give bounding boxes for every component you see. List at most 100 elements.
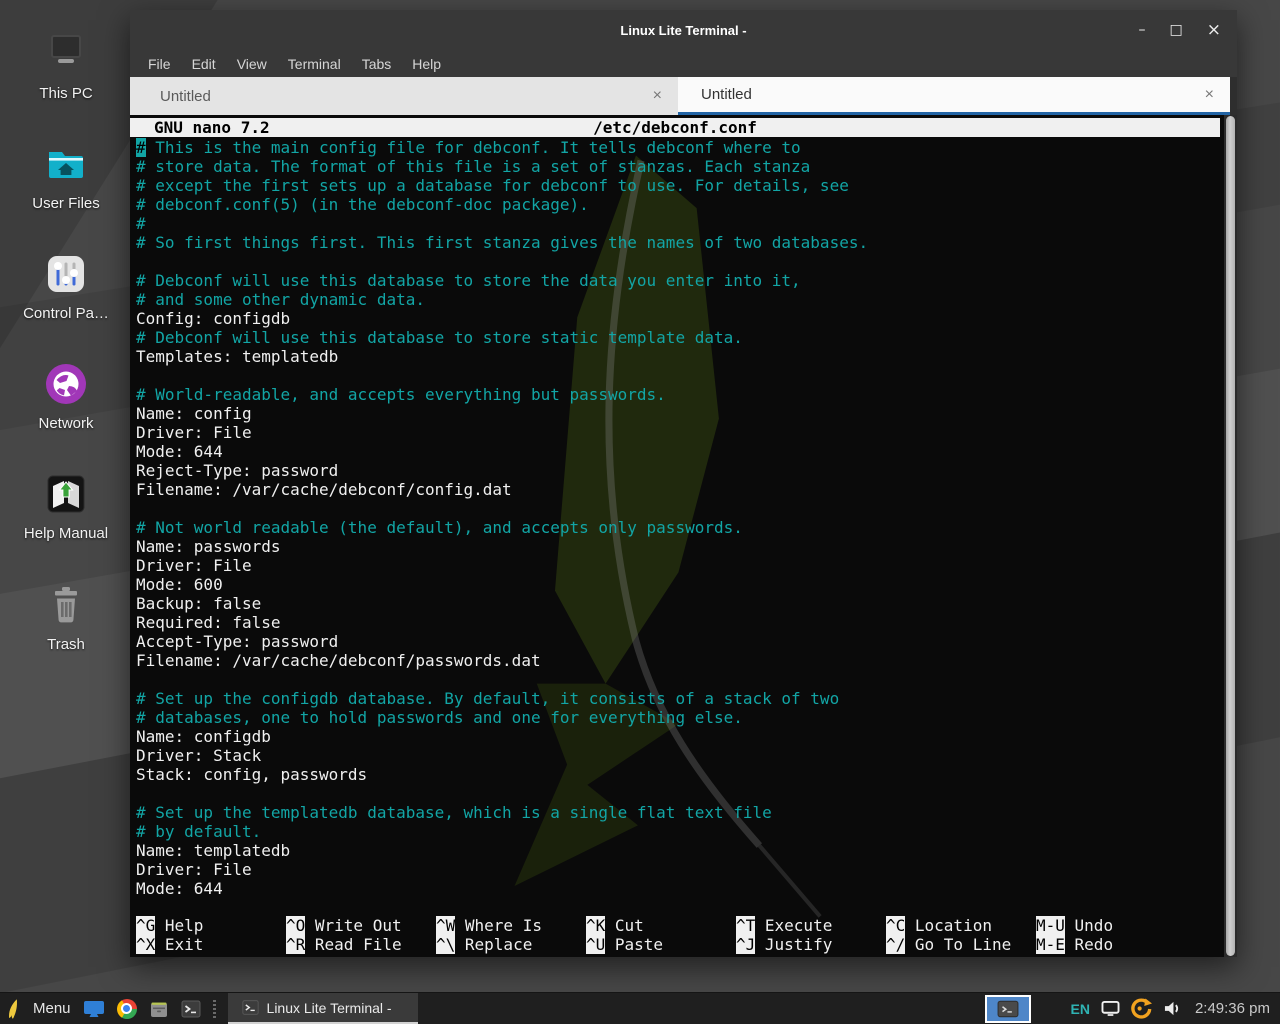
editor-line: Mode: 644: [136, 442, 1224, 461]
desktop-icon-label: Network: [38, 415, 93, 432]
shortcut-key: ^K: [586, 916, 605, 935]
shortcut-replace: ^\ Replace: [436, 935, 586, 954]
update-icon[interactable]: [1131, 998, 1152, 1019]
clock[interactable]: 2:49:36 pm: [1195, 1000, 1270, 1017]
terminal-screen[interactable]: GNU nano 7.2 /etc/debconf.conf # This is…: [130, 115, 1237, 957]
this-pc-icon: [42, 30, 90, 78]
desktop-icon-label: Help Manual: [24, 525, 108, 542]
editor-content: # This is the main config file for debco…: [136, 138, 1224, 898]
editor-line: [136, 784, 1224, 803]
editor-line: Driver: File: [136, 860, 1224, 879]
desktop-icon-trash[interactable]: Trash: [0, 581, 132, 653]
pager-window-icon: [997, 1000, 1019, 1018]
shortcut-justify: ^J Justify: [736, 935, 886, 954]
shortcut-redo: M-E Redo: [1036, 935, 1186, 954]
editor-line: Filename: /var/cache/debconf/passwords.d…: [136, 651, 1224, 670]
maximize-icon[interactable]: □: [1170, 23, 1183, 37]
scrollbar-thumb[interactable]: [1226, 116, 1235, 956]
close-icon[interactable]: ×: [1207, 22, 1221, 39]
editor-line: Stack: config, passwords: [136, 765, 1224, 784]
desktop-icon-user-files[interactable]: User Files: [0, 140, 132, 212]
editor-line: # store data. The format of this file is…: [136, 157, 1224, 176]
terminal-task-icon: [242, 999, 259, 1016]
task-button-label: Linux Lite Terminal -: [267, 1000, 392, 1016]
menu-help[interactable]: Help: [412, 56, 441, 72]
editor-line: Templates: templatedb: [136, 347, 1224, 366]
editor-line: Name: configdb: [136, 727, 1224, 746]
linux-lite-menu-icon[interactable]: [7, 996, 21, 1022]
menu-view[interactable]: View: [237, 56, 267, 72]
editor-line: # by default.: [136, 822, 1224, 841]
terminal-scrollbar: [1224, 115, 1237, 957]
shortcut-cut: ^K Cut: [586, 916, 736, 935]
editor-line: #: [136, 214, 1224, 233]
editor-line: # Debconf will use this database to stor…: [136, 328, 1224, 347]
desktop-icon-label: User Files: [32, 195, 100, 212]
desktop-icon-label: Control Pa…: [23, 305, 109, 322]
editor-line: Driver: Stack: [136, 746, 1224, 765]
nano-filepath: /etc/debconf.conf: [130, 118, 1220, 137]
editor-line: [136, 670, 1224, 689]
desktop-launcher-icon[interactable]: [83, 999, 105, 1019]
editor-line: [136, 252, 1224, 271]
shortcut-key: M-E: [1036, 935, 1065, 954]
shortcut-where-is: ^W Where Is: [436, 916, 586, 935]
editor-line: Accept-Type: password: [136, 632, 1224, 651]
terminal-launcher-icon[interactable]: [181, 999, 201, 1019]
editor-line: [136, 366, 1224, 385]
editor-line: # This is the main config file for debco…: [136, 138, 1224, 157]
volume-icon[interactable]: [1163, 1000, 1182, 1017]
editor-line: Name: passwords: [136, 537, 1224, 556]
editor-line: # except the first sets up a database fo…: [136, 176, 1224, 195]
editor-line: # Set up the configdb database. By defau…: [136, 689, 1224, 708]
language-indicator[interactable]: EN: [1070, 1001, 1089, 1017]
desktop-icon-network[interactable]: Network: [0, 360, 132, 432]
tab-untitled-2[interactable]: Untitled ×: [678, 77, 1230, 115]
manual-book-icon: [42, 470, 90, 518]
chrome-icon[interactable]: [117, 999, 137, 1019]
menu-file[interactable]: File: [148, 56, 171, 72]
tab-label: Untitled: [701, 86, 1205, 103]
file-manager-icon[interactable]: [149, 999, 169, 1019]
shortcut-key: ^C: [886, 916, 905, 935]
trash-icon: [42, 581, 90, 629]
editor-line: [136, 499, 1224, 518]
tab-label: Untitled: [160, 88, 653, 105]
menu-tabs[interactable]: Tabs: [362, 56, 392, 72]
editor-line: # Not world readable (the default), and …: [136, 518, 1224, 537]
shortcut-key: ^R: [286, 935, 305, 954]
tab-close-icon[interactable]: ×: [1205, 86, 1214, 104]
editor-line: Backup: false: [136, 594, 1224, 613]
menu-terminal[interactable]: Terminal: [288, 56, 341, 72]
tab-close-icon[interactable]: ×: [653, 87, 662, 105]
shortcut-write-out: ^O Write Out: [286, 916, 436, 935]
window-titlebar[interactable]: Linux Lite Terminal - – □ ×: [130, 10, 1237, 50]
menubar: File Edit View Terminal Tabs Help: [130, 50, 1237, 77]
folder-home-icon: [42, 140, 90, 188]
minimize-icon[interactable]: –: [1139, 23, 1146, 37]
editor-line: # World-readable, and accepts everything…: [136, 385, 1224, 404]
shortcut-exit: ^X Exit: [136, 935, 286, 954]
shortcut-key: M-U: [1036, 916, 1065, 935]
terminal-window: Linux Lite Terminal - – □ × File Edit Vi…: [130, 10, 1237, 957]
nano-titlebar: GNU nano 7.2 /etc/debconf.conf: [130, 118, 1220, 137]
task-button-terminal[interactable]: Linux Lite Terminal -: [228, 993, 418, 1024]
editor-line: # Debconf will use this database to stor…: [136, 271, 1224, 290]
tab-untitled-1[interactable]: Untitled ×: [130, 77, 678, 115]
workspace-pager[interactable]: [985, 995, 1031, 1023]
desktop-icon-control-panel[interactable]: Control Pa…: [0, 250, 132, 322]
editor-line: Mode: 644: [136, 879, 1224, 898]
desktop-icon-help-manual[interactable]: Help Manual: [0, 470, 132, 542]
menu-button[interactable]: Menu: [33, 1000, 71, 1017]
desktop-icon-this-pc[interactable]: This PC: [0, 30, 132, 102]
display-tray-icon[interactable]: [1101, 1000, 1120, 1017]
window-title: Linux Lite Terminal -: [620, 23, 746, 38]
editor-line: Mode: 600: [136, 575, 1224, 594]
shortcut-location: ^C Location: [886, 916, 1036, 935]
editor-line: Driver: File: [136, 423, 1224, 442]
menu-edit[interactable]: Edit: [192, 56, 216, 72]
desktop-icon-label: This PC: [39, 85, 92, 102]
shortcut-undo: M-U Undo: [1036, 916, 1186, 935]
editor-line: # databases, one to hold passwords and o…: [136, 708, 1224, 727]
shortcut-read-file: ^R Read File: [286, 935, 436, 954]
